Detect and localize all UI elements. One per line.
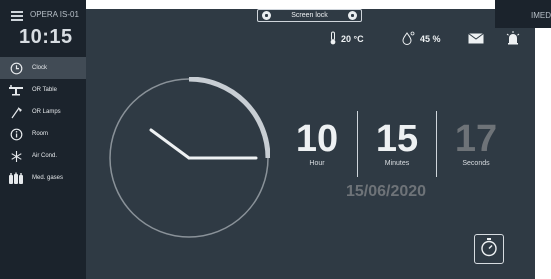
screen-lock-button[interactable]: Screen lock <box>257 9 362 22</box>
sidebar-item-label: Clock <box>32 65 48 71</box>
gas-cylinders-icon <box>0 172 32 185</box>
room-name: OPERA IS-01 <box>30 10 79 19</box>
sidebar-item-med-gases[interactable]: Med. gases <box>0 167 86 189</box>
right-strip <box>535 0 551 279</box>
sidebar-item-room[interactable]: Room <box>0 123 86 145</box>
temperature-value: 20 °C <box>341 34 364 44</box>
temperature-status: 20 °C <box>329 31 364 47</box>
seconds-value: 17 <box>454 118 498 160</box>
sidebar-item-label: Air Cond. <box>32 153 58 159</box>
snowflake-icon <box>0 150 32 163</box>
divider <box>436 111 437 177</box>
sidebar-item-label: Med. gases <box>32 175 64 181</box>
stopwatch-icon <box>480 237 498 262</box>
sidebar-item-or-lamps[interactable]: OR Lamps <box>0 101 86 123</box>
stopwatch-button[interactable] <box>474 234 504 264</box>
lock-icon <box>262 11 271 20</box>
date-display: 15/06/2020 <box>346 183 427 200</box>
sidebar-item-label: OR Table <box>32 87 57 93</box>
corner-brand: IMED <box>531 11 551 20</box>
thermometer-icon <box>329 31 337 47</box>
minutes-label: Minutes <box>384 160 410 167</box>
menu-icon[interactable] <box>11 11 23 21</box>
divider <box>357 111 358 177</box>
humidity-drop-icon <box>402 31 415 47</box>
sidebar-item-clock[interactable]: Clock <box>0 57 86 79</box>
sidebar: OPERA IS-01 10:15 Clock OR Table OR Lamp… <box>0 0 86 279</box>
sidebar-item-or-table[interactable]: OR Table <box>0 79 86 101</box>
top-strip <box>86 0 495 9</box>
or-table-icon <box>0 84 32 96</box>
sidebar-nav: Clock OR Table OR Lamps Room Air Cond. M… <box>0 57 86 189</box>
seconds-label: Seconds <box>462 160 490 167</box>
lock-icon <box>347 11 357 20</box>
sidebar-item-label: OR Lamps <box>32 109 61 115</box>
hour-label: Hour <box>309 160 325 167</box>
screen-lock-label: Screen lock <box>291 12 328 19</box>
mail-icon[interactable] <box>468 33 484 44</box>
hours-value: 10 <box>295 118 339 160</box>
clock-icon <box>0 62 32 75</box>
minutes-value: 15 <box>375 118 419 160</box>
sidebar-item-air-cond[interactable]: Air Cond. <box>0 145 86 167</box>
sidebar-item-label: Room <box>32 131 49 137</box>
or-lamps-icon <box>0 106 32 119</box>
alarm-light-icon[interactable] <box>506 31 520 45</box>
humidity-value: 45 % <box>420 34 441 44</box>
humidity-status: 45 % <box>402 31 441 47</box>
analog-clock <box>108 76 271 239</box>
info-icon <box>0 128 32 141</box>
sidebar-time: 10:15 <box>19 26 73 48</box>
